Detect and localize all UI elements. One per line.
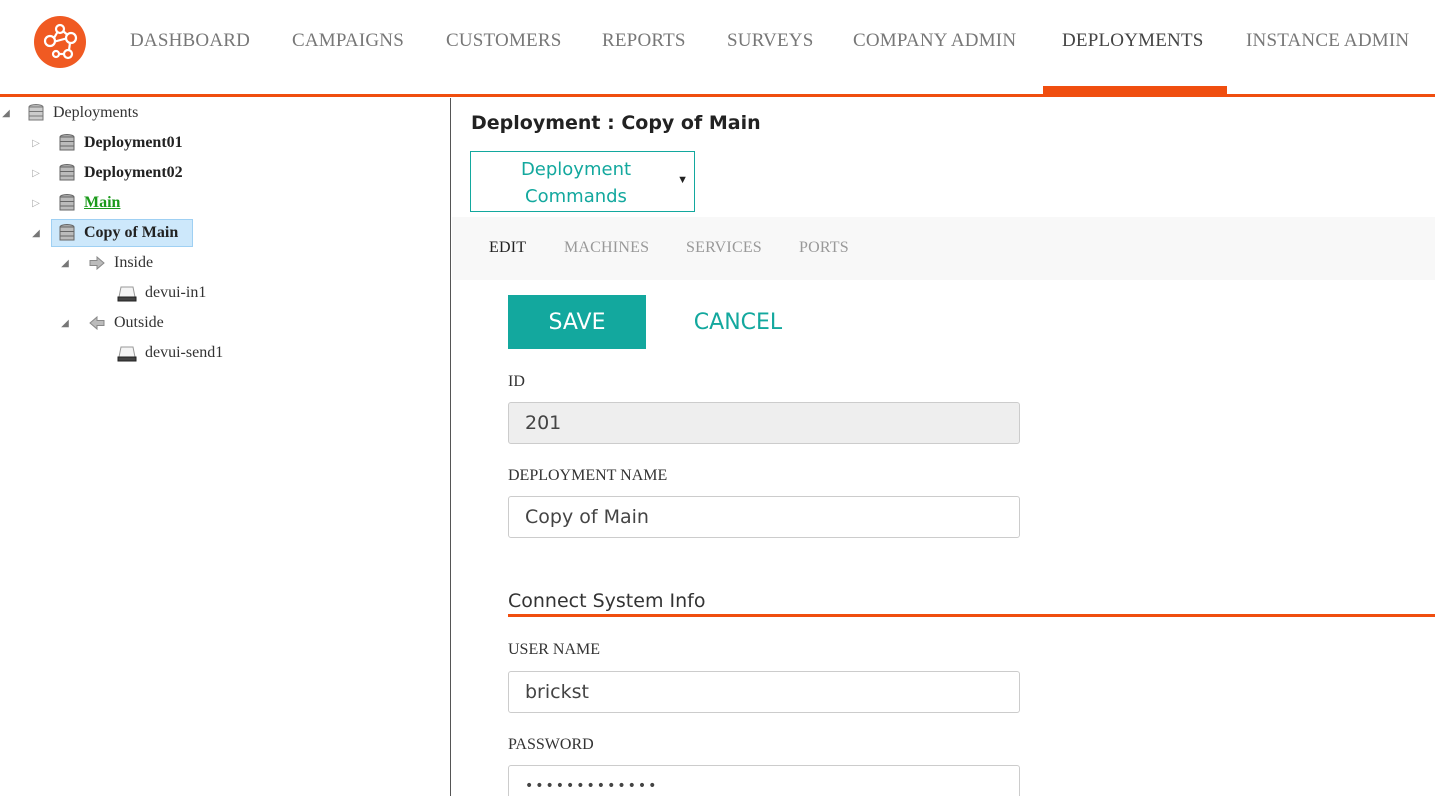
database-icon [59,224,75,241]
tab-bar: EDIT MACHINES SERVICES PORTS [452,217,1435,280]
page-title: Deployment : Copy of Main [471,112,761,134]
tree-leaf-label: devui-in1 [145,284,207,301]
id-field: 201 [508,402,1020,444]
main-panel: Deployment : Copy of Main Deployment Com… [452,98,1435,796]
nav-customers[interactable]: CUSTOMERS [446,30,562,52]
tree-group-label: Inside [114,254,154,271]
caret-expanded-icon[interactable]: ◢ [59,318,71,329]
caret-expanded-icon[interactable]: ◢ [59,258,71,269]
caret-collapsed-icon[interactable]: ▷ [30,138,42,149]
deployment-tree: ◢ Deployments ▷ Deployment01 ▷ Deploymen… [0,98,451,796]
tab-edit[interactable]: EDIT [489,239,526,257]
tree-item-label: Deployment01 [84,134,183,151]
tree-group-label: Outside [114,314,164,331]
save-button[interactable]: SAVE [508,295,646,349]
nav-divider [0,94,1435,97]
connect-system-info-heading: Connect System Info [508,590,706,612]
arrow-left-icon [89,316,105,330]
deployment-commands-label: Deployment Commands [520,159,632,207]
nav-campaigns[interactable]: CAMPAIGNS [292,30,404,52]
cancel-button[interactable]: CANCEL [688,295,788,349]
user-name-field[interactable]: brickst [508,671,1020,713]
tree-root-label: Deployments [53,104,139,121]
machine-icon [117,286,137,302]
nav-instance-admin[interactable]: INSTANCE ADMIN [1246,30,1409,52]
caret-expanded-icon[interactable]: ◢ [30,228,42,239]
logo[interactable] [34,16,86,68]
password-label: PASSWORD [508,736,594,753]
nav-dashboard[interactable]: DASHBOARD [130,30,250,52]
user-name-label: USER NAME [508,641,601,658]
database-icon [28,104,44,121]
database-icon [59,194,75,211]
machine-icon [117,346,137,362]
password-field[interactable]: ••••••••••••• [508,765,1020,796]
tree-item-label: Deployment02 [84,164,183,181]
deployment-name-field[interactable]: Copy of Main [508,496,1020,538]
nav-reports[interactable]: REPORTS [602,30,686,52]
deployment-commands-dropdown[interactable]: Deployment Commands ▼ [470,151,695,212]
nav-deployments[interactable]: DEPLOYMENTS [1062,30,1204,52]
network-nodes-icon [43,23,78,60]
tree-leaf-label: devui-send1 [145,344,224,361]
deployment-name-label: DEPLOYMENT NAME [508,467,668,484]
tree-item-label: Main [84,194,121,211]
nav-company-admin[interactable]: COMPANY ADMIN [853,30,1016,52]
section-divider [508,614,1435,617]
caret-down-icon: ▼ [677,174,688,186]
caret-expanded-icon[interactable]: ◢ [0,108,12,119]
top-navigation: DASHBOARD CAMPAIGNS CUSTOMERS REPORTS SU… [0,0,1435,98]
arrow-right-icon [89,256,105,270]
nav-surveys[interactable]: SURVEYS [727,30,813,52]
tab-machines[interactable]: MACHINES [564,239,649,257]
tab-services[interactable]: SERVICES [686,239,762,257]
caret-collapsed-icon[interactable]: ▷ [30,168,42,179]
database-icon [59,134,75,151]
tab-ports[interactable]: PORTS [799,239,849,257]
caret-collapsed-icon[interactable]: ▷ [30,198,42,209]
id-label: ID [508,373,525,390]
tree-item-label: Copy of Main [84,224,179,241]
database-icon [59,164,75,181]
